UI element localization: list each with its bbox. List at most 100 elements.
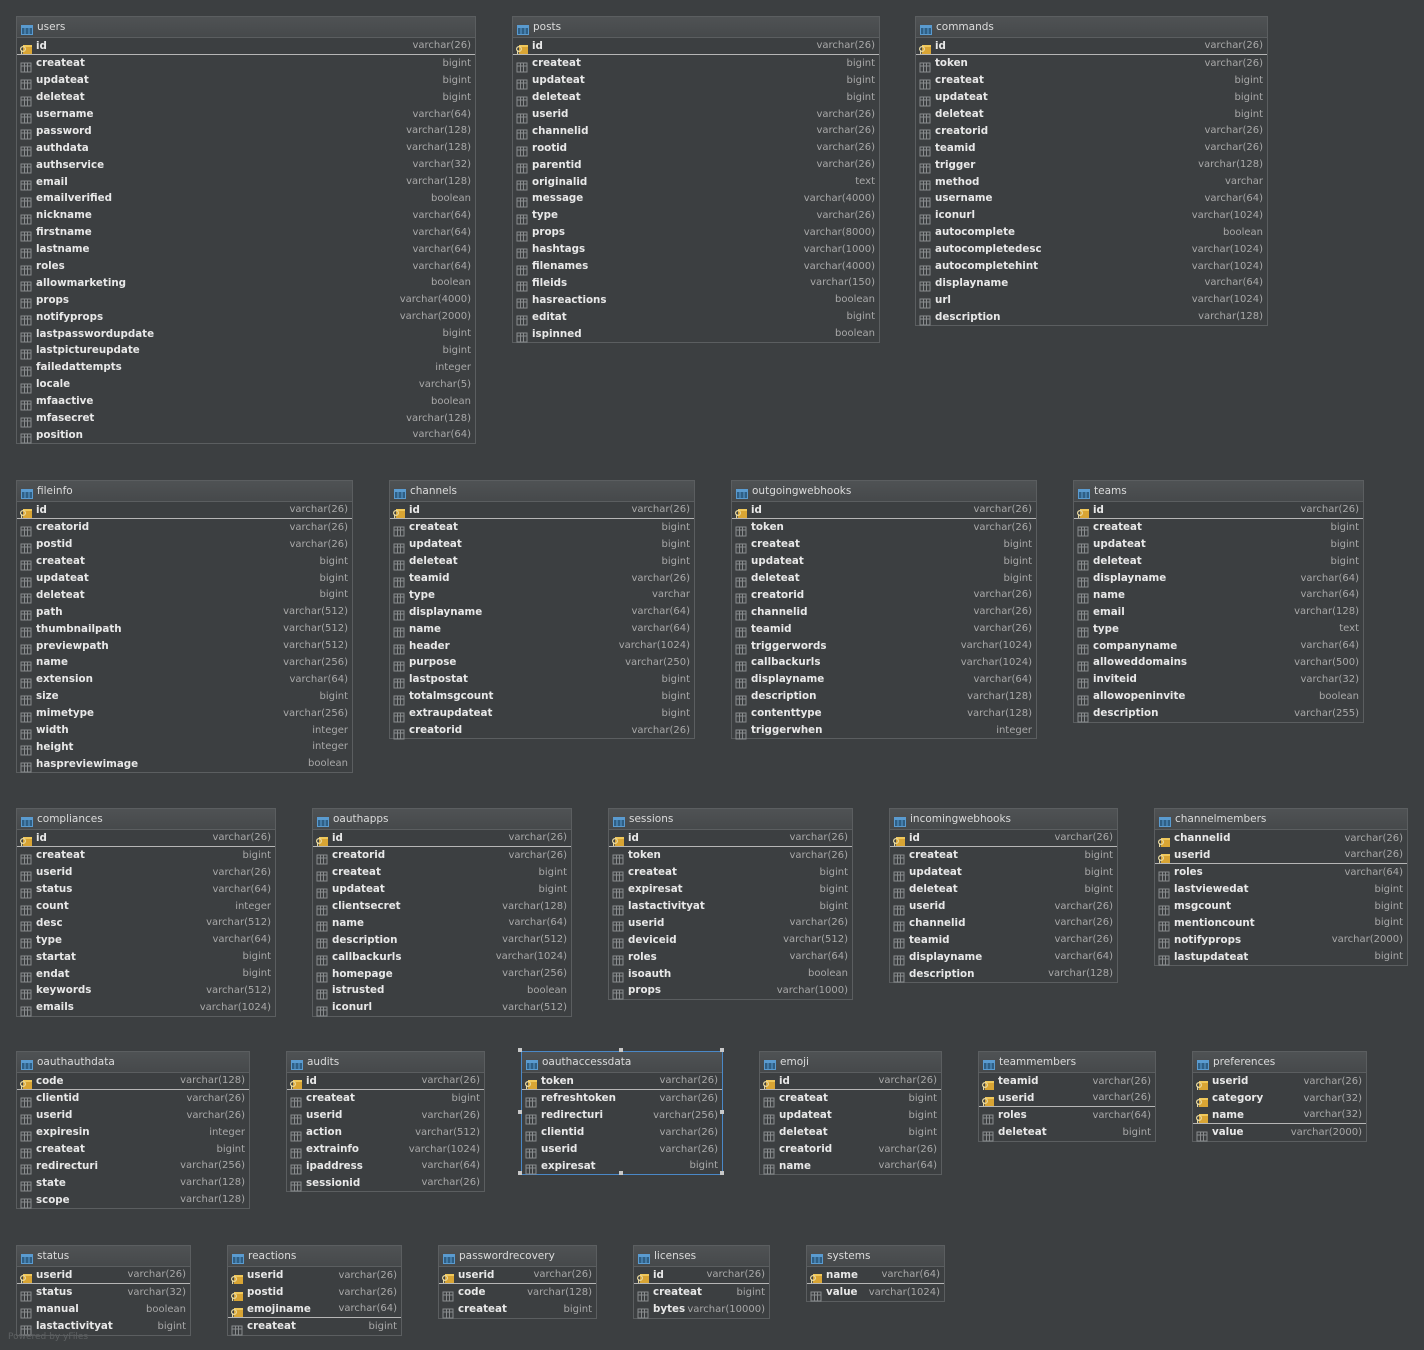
column-row[interactable]: token varchar(26) — [609, 847, 852, 865]
column-row[interactable]: createat bigint — [17, 1141, 249, 1158]
column-row[interactable]: firstname varchar(64) — [17, 224, 475, 242]
column-row[interactable]: creatorid varchar(26) — [390, 722, 694, 740]
table-channelmembers[interactable]: channelmembers channelid varchar(26) userid… — [1154, 808, 1408, 967]
column-row[interactable]: deleteat bigint — [732, 570, 1036, 587]
column-row[interactable]: status varchar(32) — [17, 1284, 190, 1302]
column-row[interactable]: deleteat bigint — [17, 89, 475, 107]
key-column-row[interactable]: id varchar(26) — [313, 830, 571, 847]
column-row[interactable]: expiresat bigint — [609, 881, 852, 899]
column-row[interactable]: filenames varchar(4000) — [513, 258, 879, 276]
column-row[interactable]: locale varchar(5) — [17, 376, 475, 394]
key-column-row[interactable]: name varchar(64) — [807, 1267, 944, 1284]
table-header[interactable]: status — [17, 1246, 190, 1267]
key-column-row[interactable]: id varchar(26) — [17, 830, 275, 847]
column-row[interactable]: description varchar(512) — [313, 931, 571, 949]
column-row[interactable]: description varchar(128) — [890, 965, 1117, 983]
column-row[interactable]: emails varchar(1024) — [17, 999, 275, 1017]
table-header[interactable]: emoji — [760, 1052, 941, 1073]
column-row[interactable]: createat bigint — [634, 1284, 769, 1302]
column-row[interactable]: message varchar(4000) — [513, 190, 879, 208]
key-column-row[interactable]: userid varchar(26) — [439, 1267, 596, 1284]
selection-handle[interactable] — [619, 1048, 623, 1052]
column-row[interactable]: name varchar(64) — [760, 1157, 941, 1175]
column-row[interactable]: lastupdateat bigint — [1155, 948, 1407, 966]
column-row[interactable]: state varchar(128) — [17, 1174, 249, 1192]
column-row[interactable]: totalmsgcount bigint — [390, 688, 694, 706]
table-emoji[interactable]: emoji id varchar(26) createat bigint updateat… — [759, 1051, 942, 1176]
column-row[interactable]: userid varchar(26) — [17, 1107, 249, 1125]
table-header[interactable]: channelmembers — [1155, 809, 1407, 830]
column-row[interactable]: userid varchar(26) — [609, 914, 852, 932]
column-row[interactable]: createat bigint — [17, 553, 352, 571]
column-row[interactable]: deleteat bigint — [17, 586, 352, 604]
table-header[interactable]: posts — [513, 17, 879, 38]
column-row[interactable]: displayname varchar(64) — [916, 274, 1267, 292]
column-row[interactable]: createat bigint — [17, 847, 275, 865]
column-row[interactable]: ispinned boolean — [513, 325, 879, 343]
column-row[interactable]: emailverified boolean — [17, 190, 475, 208]
column-row[interactable]: triggerwords varchar(1024) — [732, 637, 1036, 655]
column-row[interactable]: triggerwhen integer — [732, 722, 1036, 740]
table-header[interactable]: sessions — [609, 809, 852, 830]
column-row[interactable]: autocomplete boolean — [916, 224, 1267, 242]
column-row[interactable]: autocompletedesc varchar(1024) — [916, 241, 1267, 259]
key-column-row[interactable]: id varchar(26) — [17, 502, 352, 519]
column-row[interactable]: deviceid varchar(512) — [609, 931, 852, 949]
table-header[interactable]: preferences — [1193, 1052, 1366, 1073]
table-oauthaccessdata[interactable]: oauthaccessdata token varchar(26) refreshto… — [521, 1051, 723, 1176]
key-column-row[interactable]: userid varchar(26) — [228, 1267, 401, 1284]
column-row[interactable]: callbackurls varchar(1024) — [732, 654, 1036, 672]
key-column-row[interactable]: userid varchar(26) — [1155, 847, 1407, 864]
column-row[interactable]: allowopeninvite boolean — [1074, 688, 1363, 706]
key-column-row[interactable]: code varchar(128) — [17, 1073, 249, 1090]
column-row[interactable]: lastname varchar(64) — [17, 241, 475, 259]
column-row[interactable]: teamid varchar(26) — [916, 139, 1267, 157]
column-row[interactable]: ipaddress varchar(64) — [287, 1157, 484, 1175]
key-column-row[interactable]: category varchar(32) — [1193, 1090, 1366, 1107]
key-column-row[interactable]: emojiname varchar(64) — [228, 1301, 401, 1318]
column-row[interactable]: description varchar(128) — [916, 308, 1267, 326]
column-row[interactable]: teamid varchar(26) — [890, 931, 1117, 949]
column-row[interactable]: value varchar(2000) — [1193, 1124, 1366, 1142]
column-row[interactable]: userid varchar(26) — [890, 898, 1117, 915]
column-row[interactable]: createat bigint — [890, 847, 1117, 865]
column-row[interactable]: redirecturi varchar(256) — [522, 1107, 722, 1125]
column-row[interactable]: email varchar(128) — [1074, 603, 1363, 621]
column-row[interactable]: lastpictureupdate bigint — [17, 342, 475, 360]
column-row[interactable]: previewpath varchar(512) — [17, 637, 352, 655]
column-row[interactable]: creatorid varchar(26) — [313, 847, 571, 865]
key-column-row[interactable]: name varchar(32) — [1193, 1107, 1366, 1124]
column-row[interactable]: size bigint — [17, 688, 352, 706]
column-row[interactable]: msgcount bigint — [1155, 898, 1407, 915]
key-column-row[interactable]: id varchar(26) — [17, 38, 475, 55]
column-row[interactable]: url varchar(1024) — [916, 291, 1267, 309]
column-row[interactable]: props varchar(8000) — [513, 224, 879, 242]
selection-handle[interactable] — [619, 1171, 623, 1176]
column-row[interactable]: deleteat bigint — [979, 1124, 1155, 1142]
column-row[interactable]: userid varchar(26) — [522, 1141, 722, 1158]
column-row[interactable]: creatorid varchar(26) — [732, 586, 1036, 604]
table-header[interactable]: passwordrecovery — [439, 1246, 596, 1267]
column-row[interactable]: createat bigint — [732, 536, 1036, 554]
column-row[interactable]: updateat bigint — [17, 72, 475, 90]
column-row[interactable]: createat bigint — [609, 864, 852, 882]
column-row[interactable]: type varchar(26) — [513, 207, 879, 225]
column-row[interactable]: roles varchar(64) — [979, 1107, 1155, 1125]
column-row[interactable]: username varchar(64) — [916, 190, 1267, 208]
key-column-row[interactable]: id varchar(26) — [1074, 502, 1363, 519]
key-column-row[interactable]: id varchar(26) — [634, 1267, 769, 1284]
table-status[interactable]: status userid varchar(26) status varchar(32)… — [16, 1245, 191, 1336]
column-row[interactable]: count integer — [17, 898, 275, 915]
column-row[interactable]: creatorid varchar(26) — [760, 1141, 941, 1158]
column-row[interactable]: callbackurls varchar(1024) — [313, 948, 571, 966]
column-row[interactable]: scope varchar(128) — [17, 1191, 249, 1209]
column-row[interactable]: redirecturi varchar(256) — [17, 1157, 249, 1175]
selection-handle[interactable] — [720, 1048, 724, 1052]
column-row[interactable]: updateat bigint — [890, 864, 1117, 882]
column-row[interactable]: extension varchar(64) — [17, 671, 352, 689]
column-row[interactable]: deleteat bigint — [890, 881, 1117, 899]
column-row[interactable]: description varchar(255) — [1074, 705, 1363, 723]
table-audits[interactable]: audits id varchar(26) createat bigint userid v… — [286, 1051, 485, 1193]
column-row[interactable]: token varchar(26) — [916, 55, 1267, 73]
column-row[interactable]: code varchar(128) — [439, 1284, 596, 1302]
